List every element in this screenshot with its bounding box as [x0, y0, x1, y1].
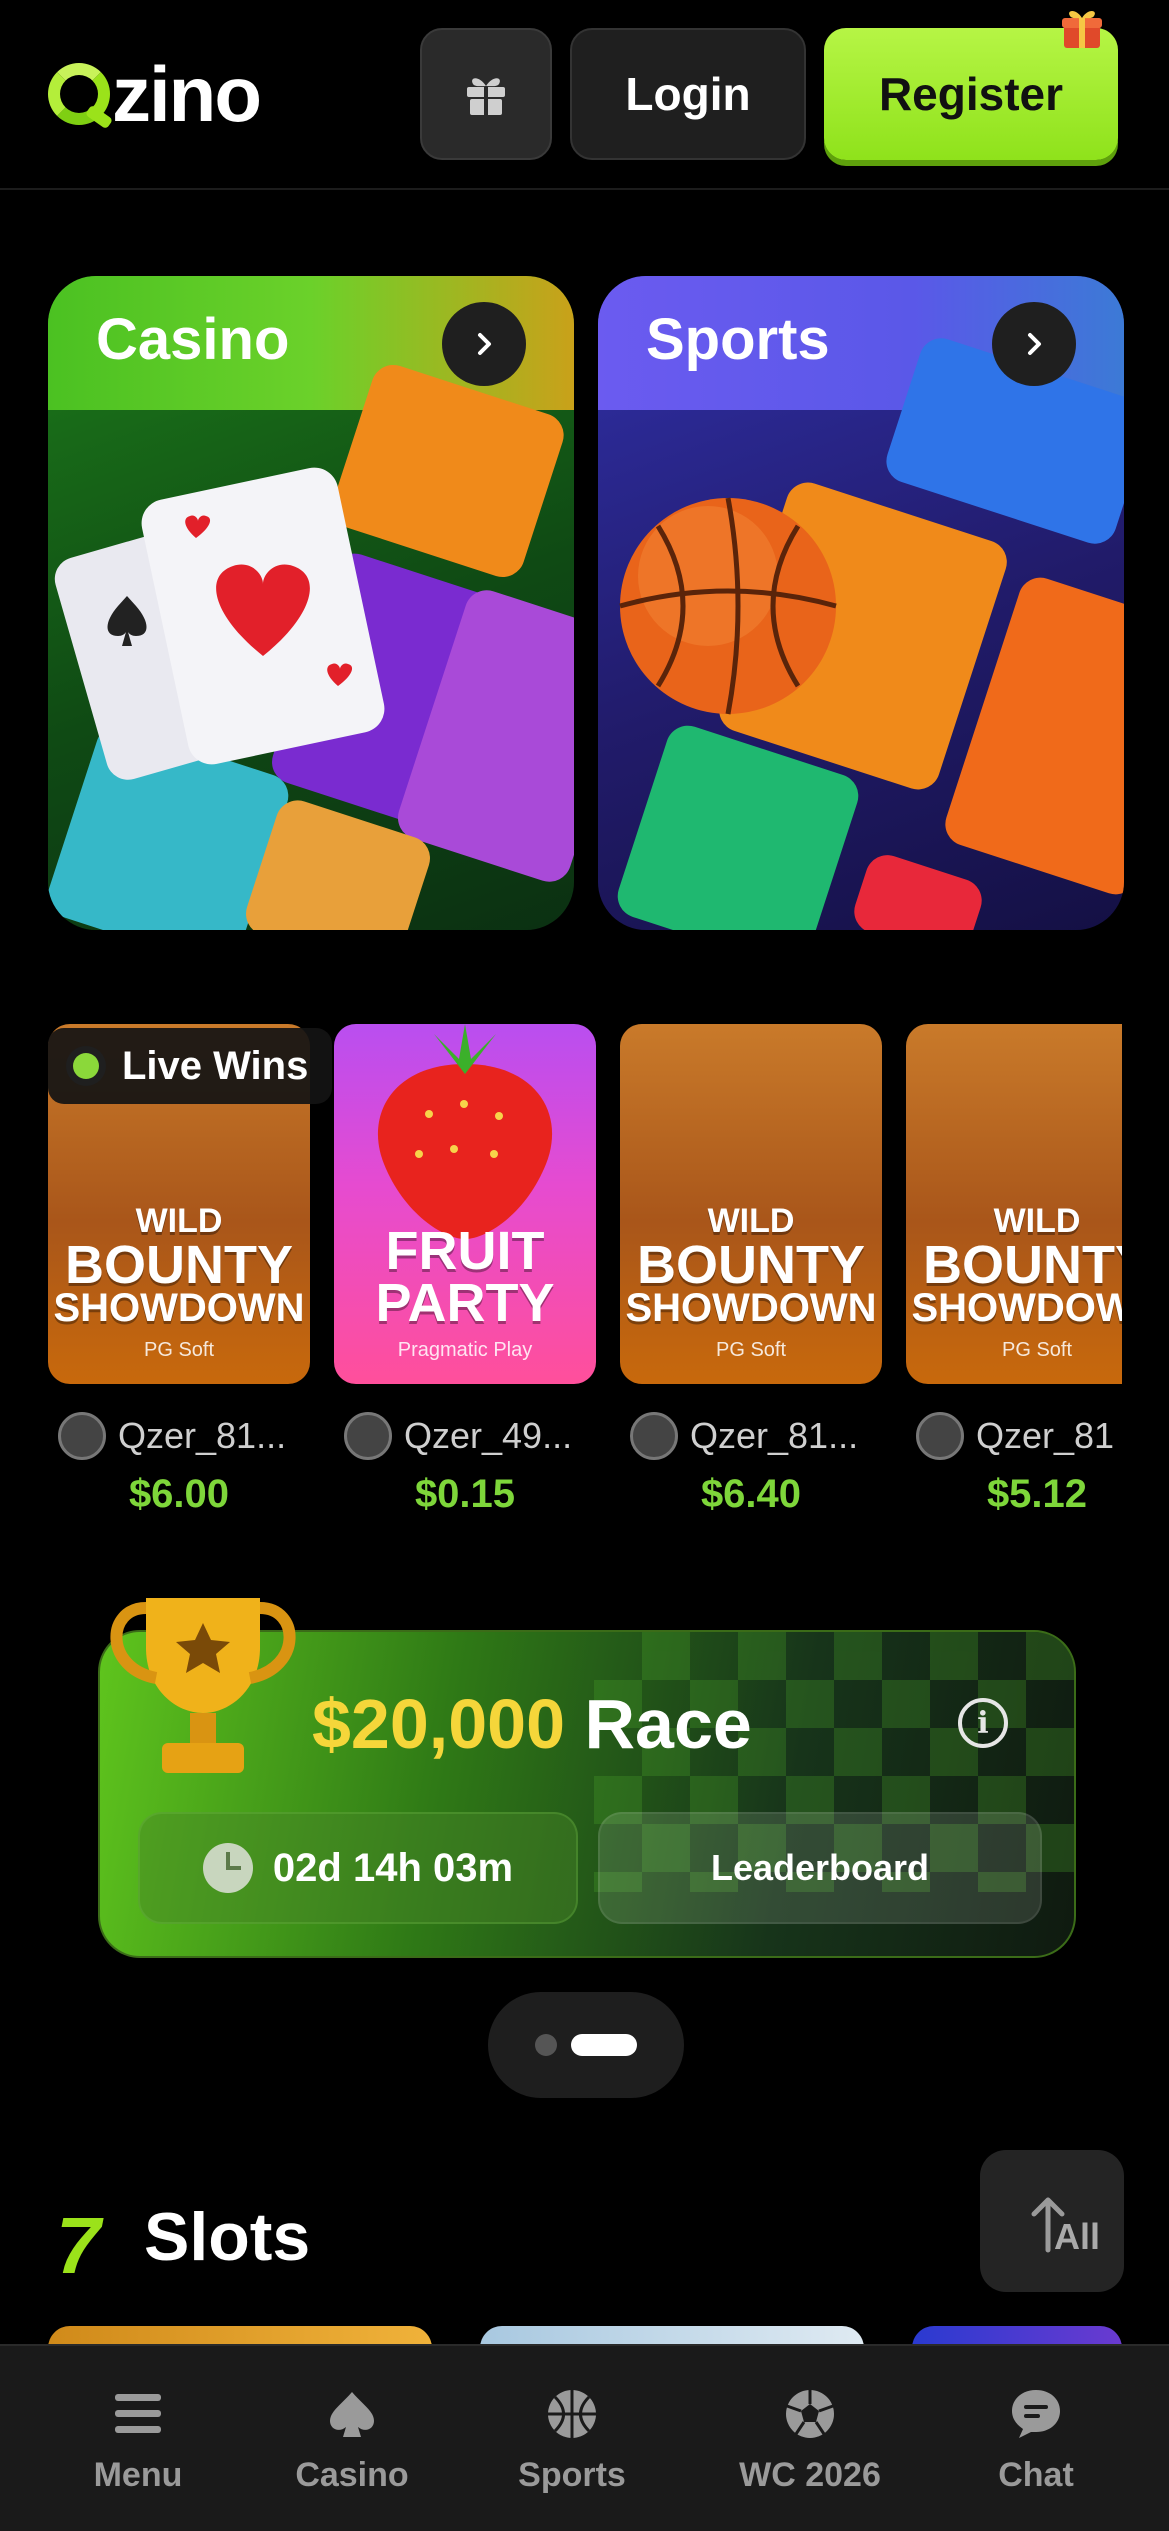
winner-row: Qzer_81... — [620, 1410, 882, 1462]
nav-label: Menu — [93, 2456, 183, 2494]
game-title-line: SHOWDOWN — [911, 1286, 1122, 1330]
qzino-logo[interactable]: zino — [48, 50, 262, 138]
game-title-line: BOUNTY — [65, 1235, 293, 1295]
chevron-right-icon — [478, 333, 491, 355]
game-title-line: SHOWDOWN — [625, 1286, 877, 1330]
casino-card-arrow[interactable] — [442, 302, 526, 386]
gift-icon — [467, 78, 505, 115]
game-provider: PG Soft — [1001, 1339, 1073, 1361]
clock-icon — [202, 1843, 253, 1893]
logo-text: zino — [112, 50, 262, 138]
nav-menu[interactable]: Menu — [38, 2382, 238, 2495]
race-countdown: 02d 14h 03m — [138, 1812, 578, 1924]
info-icon[interactable]: i — [958, 1698, 1008, 1748]
leaderboard-button[interactable]: Leaderboard — [598, 1812, 1042, 1924]
view-all-slots-button[interactable]: All — [980, 2150, 1124, 2292]
live-wins-badge: Live Wins — [48, 1028, 333, 1104]
game-provider: PG Soft — [715, 1339, 787, 1361]
slots-seven-icon: 7 — [56, 2201, 101, 2290]
logo-q-mark — [48, 63, 110, 125]
winner-name: Qzer_49... — [404, 1415, 573, 1456]
win-amount: $6.40 — [700, 1472, 802, 1516]
game-title-line: WILD — [135, 1202, 223, 1240]
winner-row: Qzer_81... — [48, 1410, 310, 1462]
bottom-navigation: Menu Casino Sports WC 2026 Chat — [0, 2344, 1169, 2531]
nav-label: WC 2026 — [739, 2456, 881, 2494]
register-label: Register — [878, 68, 1064, 120]
sports-card-title: Sports — [646, 307, 830, 372]
register-button[interactable]: Register — [824, 11, 1118, 160]
game-title-line: PARTY — [375, 1273, 555, 1333]
slots-section-title: Slots — [144, 2199, 311, 2275]
top-header: zino Login Register — [0, 0, 1169, 190]
spade-icon — [330, 2392, 374, 2437]
nav-label: Chat — [998, 2456, 1074, 2494]
nav-chat[interactable]: Chat — [936, 2382, 1136, 2495]
view-all-label: All — [1053, 2216, 1100, 2257]
winner-name: Qzer_81 — [976, 1415, 1115, 1456]
live-indicator-icon — [66, 1046, 106, 1086]
basketball-icon — [548, 2390, 596, 2438]
win-amount: $5.12 — [986, 1472, 1088, 1516]
game-title-line: WILD — [707, 1202, 795, 1240]
chevron-right-icon — [1028, 333, 1041, 355]
live-win-item[interactable]: WILD BOUNTY SHOWDOWN PG Soft Qzer_81... … — [620, 1024, 882, 1517]
game-title-line: FRUIT — [385, 1221, 545, 1281]
race-prize-amount: $20,000 — [312, 1685, 566, 1763]
strawberry-art — [377, 1024, 553, 1239]
present-icon — [1062, 11, 1102, 48]
winner-row: Qzer_81 — [906, 1410, 1122, 1462]
win-amount: $6.00 — [128, 1472, 230, 1516]
chat-icon — [1012, 2390, 1060, 2438]
live-wins-label: Live Wins — [122, 1043, 309, 1088]
game-thumbnail[interactable]: WILD BOUNTY SHOWDOWN PG Soft — [620, 1024, 882, 1384]
winner-name: Qzer_81... — [690, 1415, 859, 1456]
game-title-line: BOUNTY — [637, 1235, 865, 1295]
game-provider: Pragmatic Play — [397, 1339, 533, 1361]
race-label: Race — [584, 1685, 752, 1763]
nav-sports[interactable]: Sports — [472, 2382, 672, 2495]
game-thumbnail[interactable]: FRUIT PARTY Pragmatic Play — [334, 1024, 596, 1384]
casino-card-title: Casino — [96, 307, 290, 372]
login-button[interactable]: Login — [570, 28, 806, 160]
win-amount: $0.15 — [414, 1472, 516, 1516]
sports-category-card[interactable]: Sports — [598, 276, 1124, 930]
avatar — [916, 1412, 964, 1460]
game-title-line: SHOWDOWN — [53, 1286, 305, 1330]
avatar — [630, 1412, 678, 1460]
game-title-line: WILD — [993, 1202, 1081, 1240]
nav-label: Sports — [518, 2456, 626, 2494]
carousel-pagination[interactable] — [488, 1992, 684, 2098]
menu-icon — [115, 2394, 161, 2433]
nav-label: Casino — [295, 2456, 409, 2494]
avatar — [58, 1412, 106, 1460]
pagination-dot[interactable] — [535, 2034, 557, 2056]
gift-button[interactable] — [420, 28, 552, 160]
live-win-item[interactable]: WILD BOUNTY SHOWDOWN PG Soft Qzer_81 $5.… — [906, 1024, 1122, 1517]
live-win-item[interactable]: FRUIT PARTY Pragmatic Play Qzer_49... $0… — [334, 1024, 596, 1517]
nav-wc-2026[interactable]: WC 2026 — [710, 2382, 910, 2495]
sports-card-arrow[interactable] — [992, 302, 1076, 386]
soccer-ball-icon — [786, 2390, 834, 2438]
avatar — [344, 1412, 392, 1460]
winner-name: Qzer_81... — [118, 1415, 287, 1456]
game-thumbnail[interactable]: WILD BOUNTY SHOWDOWN PG Soft — [906, 1024, 1122, 1384]
nav-casino[interactable]: Casino — [252, 2382, 452, 2495]
race-title: $20,000 Race — [312, 1684, 752, 1764]
trophy-icon — [110, 1598, 296, 1773]
casino-category-card[interactable]: Casino — [48, 276, 574, 930]
race-countdown-text: 02d 14h 03m — [272, 1845, 514, 1890]
game-provider: PG Soft — [143, 1339, 215, 1361]
winner-row: Qzer_49... — [334, 1410, 596, 1462]
pagination-dot-active[interactable] — [571, 2034, 637, 2056]
game-title-line: BOUNTY — [923, 1235, 1122, 1295]
